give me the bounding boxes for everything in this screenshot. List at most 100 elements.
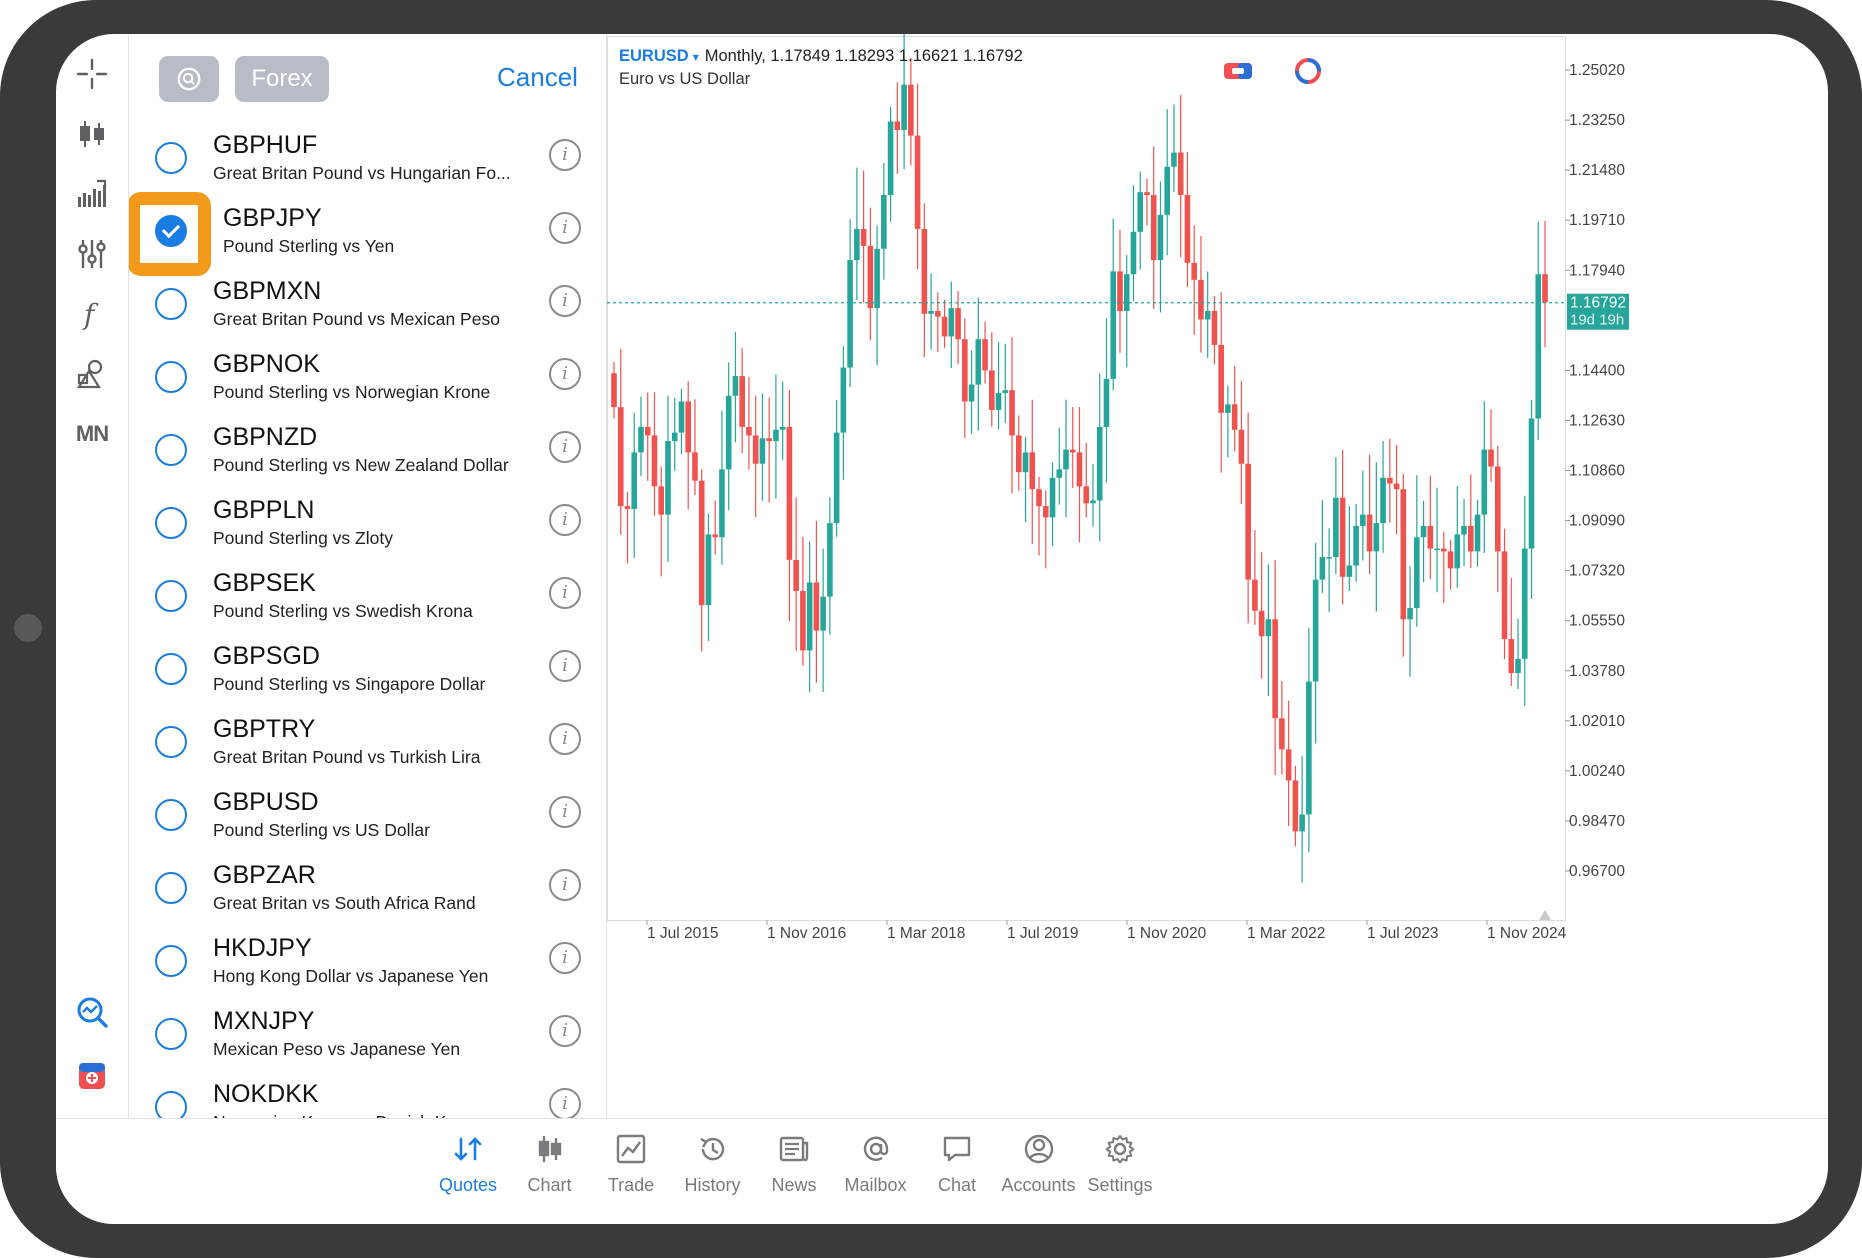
candle-body[interactable] (1481, 449, 1488, 515)
candle-body[interactable] (617, 407, 624, 507)
candle-body[interactable] (1420, 525, 1427, 538)
candle-body[interactable] (1393, 483, 1400, 490)
candle-body[interactable] (894, 121, 901, 130)
candle-body[interactable] (860, 228, 867, 246)
candle-body[interactable] (1467, 525, 1474, 552)
candle-body[interactable] (1009, 390, 1015, 436)
candle-body[interactable] (773, 429, 779, 442)
candle-body[interactable] (1096, 426, 1103, 501)
candle-body[interactable] (1292, 780, 1299, 832)
candle-body[interactable] (975, 339, 982, 385)
candle-body[interactable] (1083, 486, 1090, 504)
candle-body[interactable] (1312, 579, 1319, 682)
function-icon[interactable]: f (74, 296, 110, 332)
candle-body[interactable] (1521, 548, 1528, 659)
candle-body[interactable] (793, 559, 799, 591)
crosshair-icon[interactable] (74, 56, 110, 92)
signals-icon[interactable] (74, 994, 110, 1030)
symbol-row[interactable]: GBPZAR Great Britan vs South Africa Rand i (129, 853, 606, 926)
symbol-checkbox[interactable] (155, 1091, 187, 1118)
candle-body[interactable] (1501, 551, 1508, 640)
symbol-checkbox[interactable] (155, 288, 187, 320)
candle-body[interactable] (833, 432, 840, 524)
candle-body[interactable] (854, 228, 860, 261)
one-click-trading-icon[interactable] (1223, 56, 1253, 86)
candle-body[interactable] (1218, 344, 1224, 413)
candle-body[interactable] (800, 590, 806, 651)
info-icon[interactable]: i (549, 431, 581, 463)
home-button[interactable] (14, 614, 42, 642)
candle-body[interactable] (1204, 310, 1211, 320)
candle-body[interactable] (732, 376, 739, 396)
trade-levels-icon[interactable] (1293, 56, 1323, 86)
candle-body[interactable] (1164, 166, 1171, 215)
candle-body[interactable] (1319, 557, 1326, 580)
symbol-checkbox[interactable] (155, 434, 187, 466)
candle-body[interactable] (847, 260, 853, 368)
symbol-checkbox[interactable] (155, 507, 187, 539)
candle-body[interactable] (1258, 610, 1265, 637)
candle-body[interactable] (1447, 551, 1454, 569)
candle-body[interactable] (678, 401, 685, 433)
candle-body[interactable] (914, 135, 921, 229)
candle-body[interactable] (1150, 195, 1157, 261)
symbol-checkbox[interactable] (155, 799, 187, 831)
scroll-end-marker-icon[interactable] (1539, 910, 1551, 920)
symbol-row[interactable]: GBPSGD Pound Sterling vs Singapore Dollar… (129, 634, 606, 707)
candle-body[interactable] (685, 401, 692, 453)
info-icon[interactable]: i (549, 285, 581, 317)
candle-body[interactable] (1515, 658, 1521, 674)
candle-body[interactable] (1022, 452, 1029, 473)
symbol-checkbox[interactable] (155, 945, 187, 977)
candle-body[interactable] (1110, 271, 1117, 379)
candle-body[interactable] (921, 228, 928, 314)
candle-body[interactable] (1474, 514, 1481, 552)
candle-body[interactable] (1245, 463, 1251, 580)
symbol-row[interactable]: HKDJPY Hong Kong Dollar vs Japanese Yen i (129, 926, 606, 999)
nav-item-mailbox[interactable]: Mailbox (831, 1119, 921, 1224)
candle-body[interactable] (1306, 681, 1312, 815)
candle-body[interactable] (752, 435, 759, 464)
candle-body[interactable] (766, 438, 772, 442)
symbol-row[interactable]: GBPNOK Pound Sterling vs Norwegian Krone i (129, 342, 606, 415)
settings-sliders-icon[interactable] (74, 236, 110, 272)
candle-body[interactable] (887, 121, 894, 196)
candle-body[interactable] (1528, 418, 1535, 549)
candle-body[interactable] (1535, 274, 1542, 419)
symbol-checkbox[interactable] (155, 361, 187, 393)
candle-body[interactable] (1076, 452, 1083, 487)
candle-body[interactable] (651, 435, 658, 487)
timeframe-button[interactable]: MN (74, 416, 110, 452)
candle-body[interactable] (1488, 449, 1494, 467)
candle-body[interactable] (1090, 500, 1096, 504)
candle-body[interactable] (1184, 195, 1191, 263)
candle-body[interactable] (698, 480, 705, 606)
info-icon[interactable]: i (549, 139, 581, 171)
candle-body[interactable] (908, 84, 914, 136)
candle-body[interactable] (1414, 537, 1420, 608)
candle-body[interactable] (881, 195, 887, 249)
candlestick-type-icon[interactable] (74, 116, 110, 152)
symbol-row[interactable]: GBPNZD Pound Sterling vs New Zealand Doll… (129, 415, 606, 488)
symbol-checkbox[interactable] (155, 1018, 187, 1050)
info-icon[interactable]: i (549, 1088, 581, 1118)
candle-body[interactable] (1333, 497, 1339, 558)
symbol-row[interactable]: GBPSEK Pound Sterling vs Swedish Krona i (129, 561, 606, 634)
candle-body[interactable] (840, 367, 847, 433)
symbol-row[interactable]: GBPMXN Great Britan Pound vs Mexican Peso… (129, 269, 606, 342)
candle-body[interactable] (1036, 489, 1042, 507)
nav-item-trade[interactable]: Trade (586, 1119, 676, 1224)
candle-body[interactable] (1063, 449, 1069, 470)
candle-body[interactable] (1407, 607, 1413, 620)
nav-item-accounts[interactable]: Accounts (994, 1119, 1084, 1224)
info-icon[interactable]: i (549, 942, 581, 974)
candle-body[interactable] (1272, 619, 1278, 719)
candle-body[interactable] (827, 523, 833, 597)
candle-body[interactable] (1494, 466, 1501, 552)
candle-body[interactable] (644, 426, 651, 436)
candle-body[interactable] (638, 426, 644, 453)
candle-body[interactable] (665, 441, 671, 515)
candle-body[interactable] (1171, 152, 1177, 167)
candle-body[interactable] (1380, 477, 1386, 524)
candle-body[interactable] (1285, 749, 1292, 781)
